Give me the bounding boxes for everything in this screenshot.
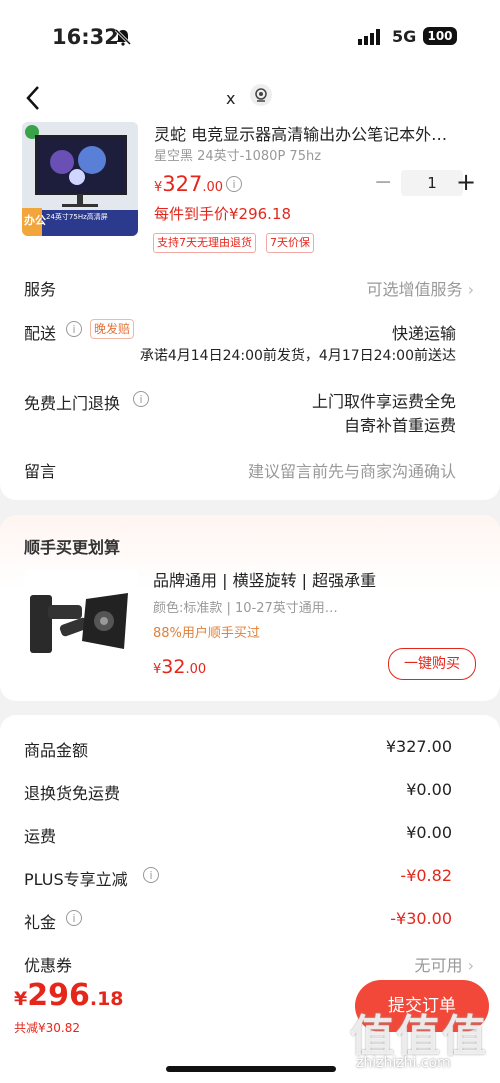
watermark-domain: zhizhizhi.com bbox=[356, 1055, 451, 1071]
message-label: 留言 bbox=[24, 462, 57, 481]
addon-buyers: 88%用户顺手买过 bbox=[153, 626, 260, 641]
addon-price: ¥32.00 bbox=[153, 656, 207, 678]
delivery-method[interactable]: 快递运输 bbox=[392, 320, 456, 344]
return-info-icon[interactable]: i bbox=[133, 391, 149, 407]
plus-info-icon[interactable]: i bbox=[143, 867, 159, 883]
goods-amount-value: ¥327.00 bbox=[385, 737, 452, 756]
thumb-badge-spec: 24英寸75Hz高清屏 bbox=[46, 213, 108, 221]
delivery-info-icon[interactable]: i bbox=[66, 321, 82, 337]
camera-lens-icon[interactable] bbox=[250, 84, 272, 106]
total-saved: 共减¥30.82 bbox=[14, 1021, 80, 1035]
return-fee-label: 退换货免运费 bbox=[24, 784, 121, 803]
service-value[interactable]: 可选增值服务 › bbox=[366, 276, 474, 300]
tag-price-protect: 7天价保 bbox=[266, 233, 314, 253]
network-type: 5G bbox=[392, 27, 417, 46]
back-chevron-icon[interactable] bbox=[24, 84, 42, 116]
addon-title[interactable]: 品牌通用 | 横竖旋转 | 超强承重 bbox=[153, 567, 376, 591]
promo-price: 每件到手价¥296.18 bbox=[154, 205, 292, 223]
delivery-label: 配送 bbox=[24, 324, 57, 343]
quantity-plus-button[interactable]: + bbox=[456, 168, 476, 196]
one-click-buy-button[interactable]: 一键购买 bbox=[388, 648, 476, 680]
addon-section-title: 顺手买更划算 bbox=[24, 538, 121, 557]
chevron-right-icon: › bbox=[467, 280, 474, 299]
close-x-label[interactable]: x bbox=[226, 89, 235, 108]
tag-7day-return: 支持7天无理由退货 bbox=[153, 233, 256, 253]
late-compensation-badge: 晚发赔 bbox=[90, 319, 135, 339]
quantity-input[interactable]: 1 bbox=[401, 170, 463, 196]
coupon-label: 优惠券 bbox=[24, 956, 73, 975]
mute-bell-icon bbox=[114, 28, 132, 50]
coupon-value[interactable]: 无可用 › bbox=[414, 952, 474, 976]
price-info-icon[interactable]: i bbox=[226, 176, 242, 192]
service-label: 服务 bbox=[24, 280, 57, 299]
signal-icon bbox=[358, 29, 384, 49]
status-time: 16:32 bbox=[52, 25, 119, 49]
product-spec[interactable]: 星空黑 24英寸-1080P 75hz bbox=[154, 145, 321, 164]
home-indicator[interactable] bbox=[166, 1066, 336, 1072]
return-fee-value: ¥0.00 bbox=[406, 780, 452, 799]
goods-amount-label: 商品金额 bbox=[24, 741, 89, 760]
addon-spec[interactable]: 颜色:标准款 | 10-27英寸通用… bbox=[153, 597, 383, 616]
return-line2: 自寄补首重运费 bbox=[343, 416, 456, 435]
plus-discount-value: -¥0.82 bbox=[400, 866, 452, 885]
battery-icon: 100 bbox=[423, 27, 457, 45]
chevron-right-icon: › bbox=[467, 956, 474, 975]
product-thumbnail[interactable]: 办公 24英寸75Hz高清屏 bbox=[22, 122, 138, 236]
plus-discount-label: PLUS专享立减 bbox=[24, 870, 128, 889]
wall-mount-image-icon bbox=[30, 593, 128, 653]
gift-info-icon[interactable]: i bbox=[66, 910, 82, 926]
shipping-value: ¥0.00 bbox=[406, 823, 452, 842]
total-price: ¥296.18 bbox=[14, 978, 124, 1013]
product-title[interactable]: 灵蛇 电竞显示器高清输出办公笔记本外… bbox=[154, 121, 472, 145]
thumb-badge-office: 办公 bbox=[24, 214, 46, 227]
product-price: ¥327.00 bbox=[154, 172, 224, 196]
gift-label: 礼金 bbox=[24, 913, 57, 932]
return-label: 免费上门退换 bbox=[24, 394, 121, 413]
shipping-label: 运费 bbox=[24, 827, 57, 846]
delivery-promise: 承诺4月14日24:00前发货，4月17日24:00前送达 bbox=[139, 348, 456, 364]
message-input[interactable]: 建议留言前先与商家沟通确认 bbox=[248, 458, 456, 482]
return-line1: 上门取件享运费全免 bbox=[311, 392, 456, 411]
quantity-minus-button[interactable]: − bbox=[374, 170, 392, 195]
addon-thumbnail[interactable] bbox=[24, 569, 138, 679]
gift-value: -¥30.00 bbox=[390, 909, 452, 928]
